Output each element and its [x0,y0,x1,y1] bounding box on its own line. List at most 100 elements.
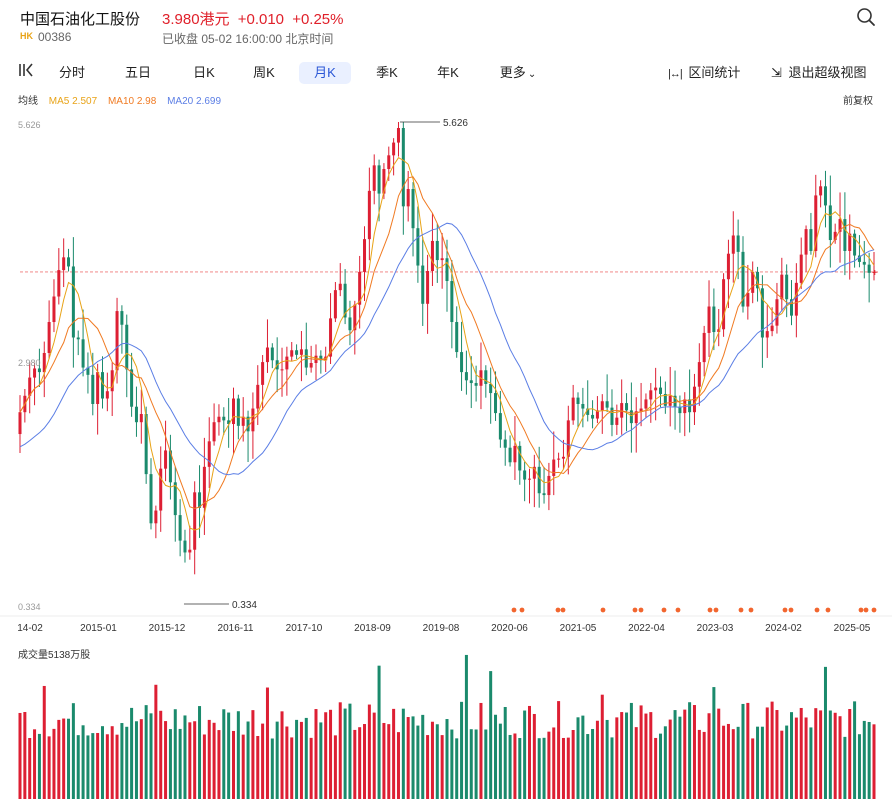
candle-body [508,447,512,463]
volume-bar [649,712,653,799]
price-adjust-toggle[interactable]: 前复权 [843,92,873,107]
candle-body [23,395,27,413]
candle [673,370,677,430]
exit-super-view-button[interactable]: ⇲ 退出超级视图 [771,62,867,81]
candle [494,371,498,421]
candle [280,347,284,397]
tab-weekly-k[interactable]: 周K [240,62,288,84]
volume-title: 成交量5138万股 [18,650,91,661]
period-toolbar: 分时 五日 日K 周K 月K 季K 年K 更多 ⌄ [0,56,892,86]
candle-body [353,304,357,331]
candle [222,407,226,435]
tab-monthly-k[interactable]: 月K [299,62,351,84]
volume-bar [615,717,619,799]
candle [542,466,546,504]
volume-bar [799,707,803,799]
candle [445,239,449,312]
candle-body [159,468,163,511]
candle [382,163,386,200]
candle-body [42,352,46,373]
candle [168,434,172,500]
volume-bar [227,712,231,799]
candle-body [265,347,269,363]
volume-bar [542,737,546,799]
candle [809,212,813,255]
search-icon[interactable] [856,7,876,27]
candle-body [823,186,827,206]
candle [615,404,619,435]
candle-body [688,399,692,413]
volume-bar [790,712,794,799]
tab-five-day[interactable]: 五日 [114,62,162,84]
candle [246,410,250,463]
candle-body [503,439,507,448]
candle-body [833,231,837,241]
candle-body [532,466,536,479]
dividend-marker [560,607,566,613]
candle-body [280,369,284,371]
dividend-marker [519,607,525,613]
candle-body [270,347,274,361]
kline-chart[interactable]: 5.626 2.980 0.334 14-02 2015-01 2015-12 2016-1… [0,0,892,799]
candle-body [620,403,624,418]
candle [469,356,473,409]
tab-more[interactable]: 更多 ⌄ [492,62,544,84]
volume-bar [629,702,633,799]
volume-bar [620,712,624,799]
volume-bar [295,719,299,799]
dividend-marker [713,607,719,613]
candle [848,214,852,280]
candle [367,167,371,261]
candle-body [566,420,570,457]
volume-bar [814,708,818,799]
candle [435,223,439,283]
candle-body [183,540,187,553]
candle [760,275,764,368]
candle-body [595,410,599,419]
candle [833,223,837,244]
candle [183,529,187,563]
volume-bar [217,730,221,799]
candle-body [464,372,468,381]
candle-body [329,318,333,357]
dividend-marker [600,607,606,613]
candle [231,387,236,454]
candle-body [120,311,124,325]
candle [62,238,66,288]
last-price: 3.980港元 [162,11,230,28]
volume-bar [188,722,192,799]
volume-bar [469,729,473,799]
candle-body [819,186,823,196]
candle-body [649,390,653,400]
volume-bar [299,721,303,799]
candle [290,341,294,362]
exit-super-view-label: 退出超级视图 [788,65,867,80]
volume-bar [353,729,357,799]
volume-bar [828,710,832,799]
tab-quarterly-k[interactable]: 季K [363,62,411,84]
range-stats-button[interactable]: |↔| 区间统计 [668,62,740,81]
volume-bar [76,735,80,799]
volume-bar [707,713,711,799]
candle-body [668,395,672,406]
volume-bar [595,720,599,799]
candle [576,392,580,428]
candle [324,346,328,373]
tab-daily-k[interactable]: 日K [180,62,228,84]
tab-yearly-k[interactable]: 年K [424,62,472,84]
candle [120,305,124,354]
tab-intraday[interactable]: 分时 [48,62,96,84]
dividend-marker [748,607,754,613]
candle-body [430,240,434,272]
candle-body [261,362,265,385]
candle [775,282,779,334]
candle-body [469,380,473,384]
candle-body [547,475,551,496]
candle [697,343,701,406]
candle-body [799,254,803,283]
candle [644,393,648,418]
volume-bar [275,721,279,799]
volume-bar [489,671,493,799]
candle-body [440,258,444,261]
candle-body [81,339,85,368]
